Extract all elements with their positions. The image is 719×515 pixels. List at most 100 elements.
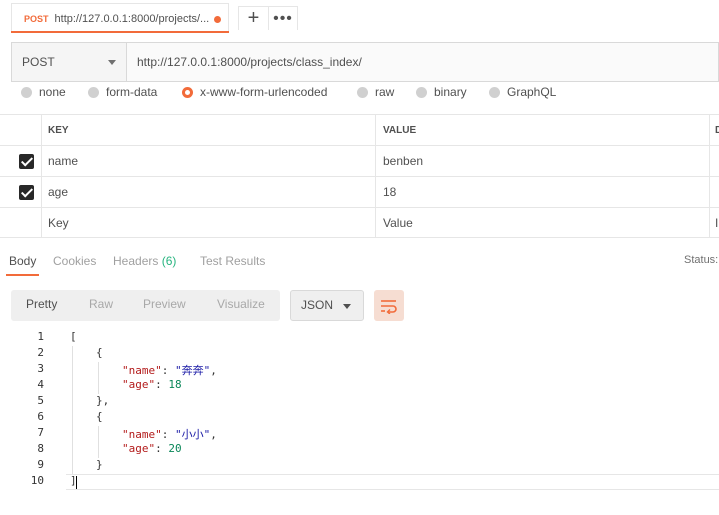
new-value-input[interactable]: Value [376, 208, 710, 238]
tab-options-button[interactable]: ••• [268, 6, 298, 30]
param-key-input[interactable]: name [42, 146, 376, 176]
headers-count-badge: (6) [161, 254, 177, 268]
radio-circle-icon [489, 86, 500, 98]
line-number: 8 [37, 442, 44, 455]
indent-guide [98, 362, 99, 394]
response-tabs: Body Cookies Headers (6) Test Results St… [0, 249, 719, 277]
radio-circle-icon [88, 86, 99, 98]
checkbox-checked-icon[interactable] [19, 153, 34, 169]
radio-raw[interactable]: raw [357, 86, 394, 99]
url-input[interactable]: http://127.0.0.1:8000/projects/class_ind… [127, 43, 718, 81]
line-number: 7 [37, 426, 44, 439]
view-mode-group: Pretty Raw Preview Visualize [11, 290, 280, 321]
http-method-value: POST [22, 55, 55, 69]
wrap-lines-icon [381, 299, 397, 314]
param-description-input[interactable] [710, 146, 719, 176]
code-line: } [96, 458, 103, 471]
language-value: JSON [301, 298, 334, 312]
radio-label: GraphQL [507, 86, 557, 99]
request-url-bar: POST http://127.0.0.1:8000/projects/clas… [11, 42, 719, 82]
pretty-button[interactable]: Pretty [26, 297, 57, 311]
radio-circle-icon [21, 86, 32, 98]
line-number: 4 [37, 378, 44, 391]
visualize-button[interactable]: Visualize [217, 297, 265, 311]
tab-body[interactable]: Body [9, 254, 36, 268]
code-line: { [96, 346, 103, 359]
wrap-lines-button[interactable] [374, 290, 404, 321]
code-token: , [210, 364, 217, 377]
code-line: "name": "小小", [122, 426, 217, 442]
radio-label: x-www-form-urlencoded [200, 86, 328, 99]
chevron-down-icon [343, 304, 351, 309]
json-key: "name" [122, 364, 162, 377]
request-tab[interactable]: POST http://127.0.0.1:8000/projects/... [11, 3, 229, 33]
code-token: } [96, 458, 103, 471]
line-number: 3 [37, 362, 44, 375]
tab-method-label: POST [24, 13, 49, 24]
row-check-cell[interactable] [10, 177, 42, 207]
code-token: : [161, 428, 175, 441]
table-row: Key Value I [0, 207, 719, 238]
tab-headers[interactable]: Headers (6) [113, 254, 176, 268]
json-key: "name" [122, 428, 162, 441]
header-check-cell [10, 115, 42, 145]
radio-circle-icon [357, 86, 368, 98]
radio-graphql[interactable]: GraphQL [489, 86, 556, 99]
code-line: "age": 18 [122, 378, 182, 391]
radio-form-data[interactable]: form-data [88, 86, 157, 99]
code-line: }, [96, 394, 109, 407]
code-token: , [210, 428, 217, 441]
indent-guide [72, 346, 73, 474]
code-token: { [96, 410, 103, 423]
row-check-cell [10, 208, 42, 238]
chevron-down-icon [108, 60, 116, 65]
tab-test-results[interactable]: Test Results [200, 254, 265, 268]
text-cursor [76, 476, 77, 489]
new-tab-button[interactable]: + [238, 6, 268, 30]
status-label: Status: [684, 254, 719, 266]
indent-guide [98, 426, 99, 458]
param-value-input[interactable]: benben [376, 146, 710, 176]
response-body-editor[interactable]: 1 2 3 4 5 6 7 8 9 10 [ { "name": "奔奔", "… [0, 330, 719, 490]
radio-label: form-data [106, 86, 158, 99]
json-number: 20 [168, 442, 182, 455]
param-description-input[interactable] [710, 177, 719, 207]
active-tab-indicator [11, 31, 229, 33]
language-select[interactable]: JSON [290, 290, 364, 321]
checkbox-checked-icon[interactable] [19, 184, 34, 200]
http-method-select[interactable]: POST [12, 43, 127, 81]
code-line: "age": 20 [122, 442, 182, 455]
code-line: { [96, 410, 103, 423]
header-description: D [715, 124, 719, 136]
line-number: 6 [37, 410, 44, 423]
line-number: 9 [37, 458, 44, 471]
code-token: { [96, 346, 103, 359]
code-line: [ [70, 330, 77, 343]
radio-none[interactable]: none [21, 86, 66, 99]
radio-selected-icon [182, 86, 193, 98]
body-type-radio-group: none form-data x-www-form-urlencoded raw… [0, 86, 719, 106]
radio-binary[interactable]: binary [416, 86, 467, 99]
new-description-input[interactable]: I [710, 208, 719, 238]
new-key-input[interactable]: Key [42, 208, 376, 238]
radio-circle-icon [416, 86, 427, 98]
code-token: : [155, 378, 169, 391]
unsaved-changes-dot-icon [214, 16, 221, 23]
radio-label: binary [434, 86, 467, 99]
param-value-input[interactable]: 18 [376, 177, 710, 207]
param-key-input[interactable]: age [42, 177, 376, 207]
json-string: "小小" [175, 428, 211, 441]
radio-x-www-form-urlencoded[interactable]: x-www-form-urlencoded [182, 86, 327, 99]
tab-headers-label: Headers [113, 254, 159, 268]
preview-button[interactable]: Preview [143, 297, 186, 311]
active-response-tab-indicator [6, 274, 39, 276]
json-string: "奔奔" [175, 364, 211, 377]
plus-icon: + [247, 7, 260, 29]
row-check-cell[interactable] [10, 146, 42, 176]
line-number: 2 [37, 346, 44, 359]
table-row: age 18 [0, 176, 719, 207]
tab-cookies[interactable]: Cookies [53, 254, 96, 268]
line-number: 1 [37, 330, 44, 343]
raw-button[interactable]: Raw [89, 297, 113, 311]
radio-label: raw [375, 86, 395, 99]
